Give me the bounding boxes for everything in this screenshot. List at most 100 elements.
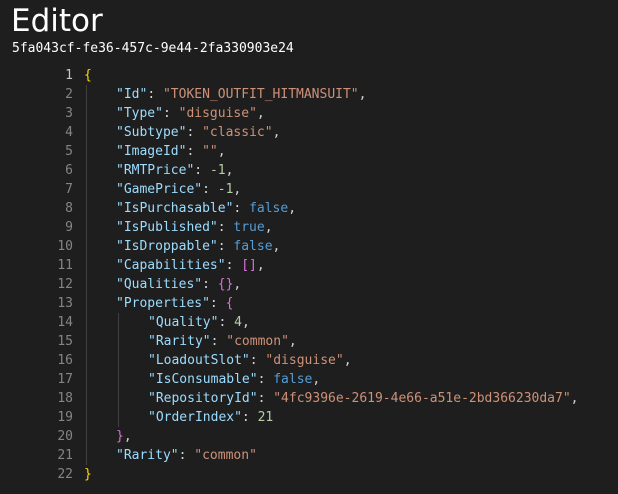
- code-text: "Quality": 4,: [148, 313, 250, 332]
- indent-guide: [86, 161, 87, 180]
- code-token: true: [233, 220, 265, 235]
- code-line[interactable]: 16 "LoadoutSlot": "disguise",: [0, 351, 618, 370]
- code-token: ,: [272, 239, 281, 254]
- code-token: "RMTPrice": [116, 163, 195, 178]
- code-line[interactable]: 20},: [0, 427, 618, 446]
- code-line[interactable]: 4 "Subtype": "classic",: [0, 123, 618, 142]
- code-token: ,: [233, 182, 242, 197]
- code-line[interactable]: 1{: [0, 66, 618, 85]
- code-token: "GamePrice": [116, 182, 203, 197]
- code-token: "IsConsumable": [148, 372, 258, 387]
- code-line[interactable]: 9 "IsPublished": true,: [0, 218, 618, 237]
- code-line[interactable]: 19 "OrderIndex": 21: [0, 408, 618, 427]
- code-token: :: [178, 448, 195, 463]
- code-token: "common": [194, 448, 257, 463]
- code-token: ,: [264, 220, 273, 235]
- code-line[interactable]: 8 "IsPurchasable": false,: [0, 199, 618, 218]
- indent-guide: [86, 427, 87, 446]
- code-token: ,: [570, 391, 579, 406]
- indent-guide: [86, 199, 87, 218]
- code-text: "Rarity": "common",: [148, 332, 297, 351]
- code-token: :: [217, 239, 234, 254]
- line-number: 4: [65, 125, 73, 140]
- code-token: :: [217, 220, 234, 235]
- code-token: ,: [272, 125, 281, 140]
- code-token: :: [210, 334, 227, 349]
- code-token: "Properties": [116, 296, 210, 311]
- code-token: ,: [217, 144, 226, 159]
- code-line[interactable]: 11 "Capabilities": [],: [0, 256, 618, 275]
- code-token: "Rarity": [148, 334, 211, 349]
- code-text: "ImageId": "",: [116, 142, 226, 161]
- code-text: "IsPublished": true,: [116, 218, 273, 237]
- code-token: ,: [358, 87, 367, 102]
- indent-guide: [118, 351, 119, 370]
- code-token: "TOKEN_OUTFIT_HITMANSUIT": [162, 87, 359, 102]
- indent-guide: [86, 370, 87, 389]
- code-text: "Type": "disguise",: [116, 104, 265, 123]
- line-number: 19: [57, 410, 73, 425]
- line-number: 14: [57, 315, 73, 330]
- code-token: ,: [123, 429, 132, 444]
- line-number: 6: [65, 163, 73, 178]
- indent-guide: [86, 256, 87, 275]
- code-token: "disguise": [178, 106, 257, 121]
- indent-guide: [86, 237, 87, 256]
- code-text: "Rarity": "common": [116, 446, 257, 465]
- code-token: :: [202, 277, 218, 292]
- code-token: :: [147, 87, 163, 102]
- code-line[interactable]: 5 "ImageId": "",: [0, 142, 618, 161]
- indent-guide: [86, 313, 87, 332]
- line-number: 10: [57, 239, 73, 254]
- code-line[interactable]: 12 "Qualities": {},: [0, 275, 618, 294]
- code-token: "ImageId": [116, 144, 187, 159]
- code-line[interactable]: 14 "Quality": 4,: [0, 313, 618, 332]
- line-number: 3: [65, 106, 73, 121]
- indent-guide: [86, 104, 87, 123]
- code-line[interactable]: 3 "Type": "disguise",: [0, 104, 618, 123]
- code-line[interactable]: 15 "Rarity": "common",: [0, 332, 618, 351]
- indent-guide: [86, 294, 87, 313]
- page-title: Editor: [11, 3, 103, 39]
- code-line[interactable]: 22}: [0, 465, 618, 484]
- code-token: {: [225, 296, 234, 311]
- code-token: "Rarity": [116, 448, 179, 463]
- code-token: ,: [343, 353, 352, 368]
- code-line[interactable]: 13 "Properties": {: [0, 294, 618, 313]
- code-text: "IsConsumable": false,: [148, 370, 320, 389]
- code-line[interactable]: 7 "GamePrice": -1,: [0, 180, 618, 199]
- code-text: "OrderIndex": 21: [148, 408, 273, 427]
- code-text: {: [84, 66, 92, 85]
- code-token: "Id": [116, 87, 148, 102]
- code-token: "disguise": [265, 353, 344, 368]
- code-token: ,: [288, 334, 297, 349]
- code-token: false: [249, 201, 289, 216]
- line-number: 2: [65, 87, 73, 102]
- code-token: {}: [217, 277, 234, 292]
- code-line[interactable]: 10 "IsDroppable": false,: [0, 237, 618, 256]
- code-line[interactable]: 6 "RMTPrice": -1,: [0, 161, 618, 180]
- code-token: ,: [225, 163, 234, 178]
- line-number: 12: [57, 277, 73, 292]
- line-number: 20: [57, 429, 73, 444]
- code-editor[interactable]: 1{ 2 "Id": "TOKEN_OUTFIT_HITMANSUIT", 3 "Typ…: [0, 66, 618, 494]
- code-text: "Qualities": {},: [116, 275, 241, 294]
- code-token: :: [186, 125, 203, 140]
- code-line[interactable]: 21 "Rarity": "common": [0, 446, 618, 465]
- line-number: 8: [65, 201, 73, 216]
- code-token: ,: [256, 258, 265, 273]
- code-token: 4: [234, 315, 242, 330]
- code-line[interactable]: 18 "RepositoryId": "4fc9396e-2619-4e66-a5…: [0, 389, 618, 408]
- code-line[interactable]: 2 "Id": "TOKEN_OUTFIT_HITMANSUIT",: [0, 85, 618, 104]
- code-token: :: [218, 315, 235, 330]
- indent-guide: [86, 218, 87, 237]
- code-text: "Capabilities": [],: [116, 256, 265, 275]
- code-token: }: [84, 467, 92, 482]
- line-number: 15: [57, 334, 73, 349]
- code-line[interactable]: 17 "IsConsumable": false,: [0, 370, 618, 389]
- editor-header: Editor 5fa043cf-fe36-457c-9e44-2fa330903…: [0, 0, 618, 66]
- code-token: "IsDroppable": [116, 239, 218, 254]
- code-token: -1: [209, 163, 226, 178]
- indent-guide: [118, 408, 119, 427]
- code-text: "RepositoryId": "4fc9396e-2619-4e66-a51e…: [148, 389, 578, 408]
